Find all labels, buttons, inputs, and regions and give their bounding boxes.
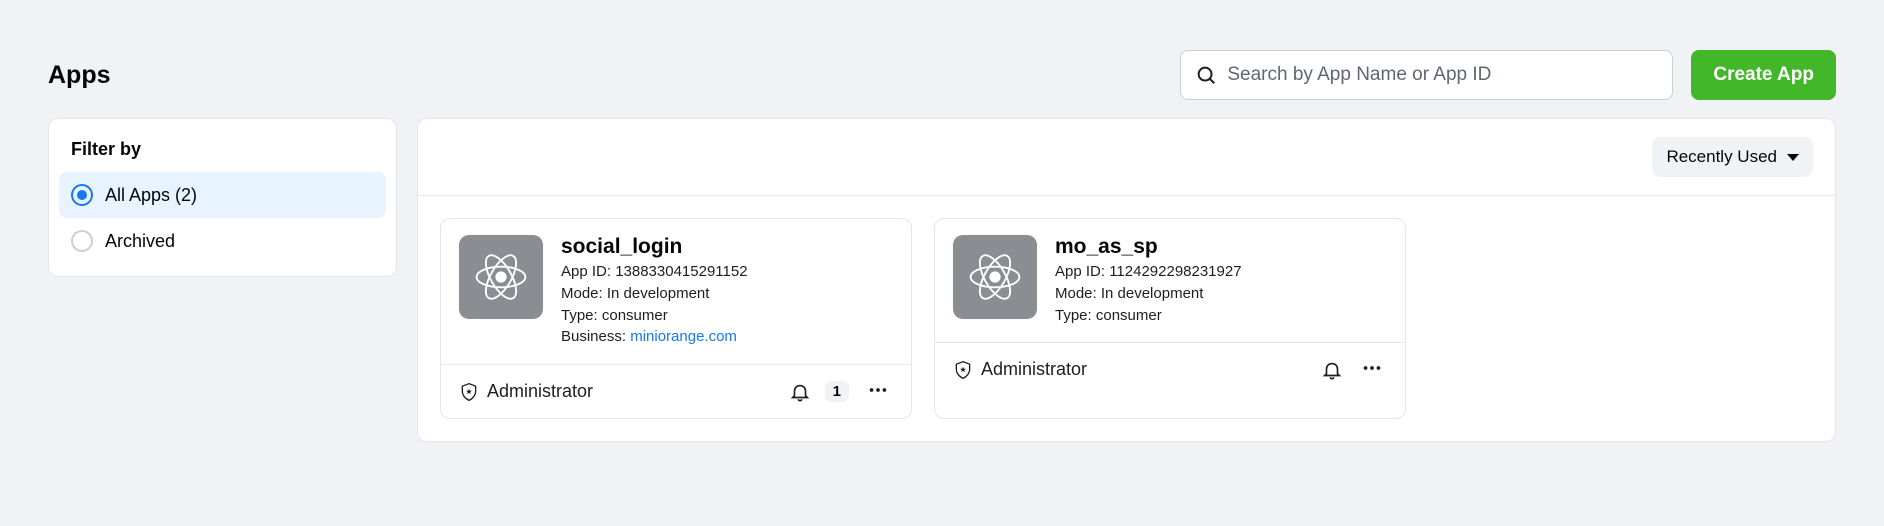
filter-title: Filter by xyxy=(59,139,386,172)
sort-dropdown[interactable]: Recently Used xyxy=(1652,137,1813,177)
dots-icon xyxy=(867,379,889,401)
caret-down-icon xyxy=(1787,154,1799,161)
apps-panel: Recently Used social xyxy=(417,118,1836,442)
app-role: Administrator xyxy=(953,359,1087,380)
bell-icon[interactable] xyxy=(1321,359,1343,381)
app-type: Type: consumer xyxy=(561,305,748,327)
more-button[interactable] xyxy=(863,375,893,408)
shield-star-icon xyxy=(459,382,479,402)
filter-item-label: Archived xyxy=(105,231,175,252)
app-id: App ID: 1388330415291152 xyxy=(561,261,748,283)
radio-icon xyxy=(71,184,93,206)
filter-item-archived[interactable]: Archived xyxy=(59,218,386,264)
shield-star-icon xyxy=(953,360,973,380)
app-business: Business: miniorange.com xyxy=(561,326,748,348)
app-mode: Mode: In development xyxy=(1055,283,1242,305)
search-input[interactable] xyxy=(1227,64,1658,86)
search-icon xyxy=(1195,64,1217,86)
filter-panel: Filter by All Apps (2) Archived xyxy=(48,118,397,277)
create-app-button[interactable]: Create App xyxy=(1691,50,1836,100)
filter-item-label: All Apps (2) xyxy=(105,185,197,206)
app-type: Type: consumer xyxy=(1055,305,1242,327)
app-card[interactable]: mo_as_sp App ID: 1124292298231927 Mode: … xyxy=(934,218,1406,419)
app-business-link[interactable]: miniorange.com xyxy=(630,328,737,345)
sort-label: Recently Used xyxy=(1666,147,1777,167)
dots-icon xyxy=(1361,357,1383,379)
notification-badge: 1 xyxy=(825,381,849,402)
filter-item-all-apps[interactable]: All Apps (2) xyxy=(59,172,386,218)
app-icon xyxy=(953,235,1037,319)
radio-icon xyxy=(71,230,93,252)
app-role: Administrator xyxy=(459,381,593,402)
app-card[interactable]: social_login App ID: 1388330415291152 Mo… xyxy=(440,218,912,419)
bell-icon[interactable] xyxy=(789,381,811,403)
page-title: Apps xyxy=(48,61,111,90)
app-name: mo_as_sp xyxy=(1055,235,1242,259)
app-id: App ID: 1124292298231927 xyxy=(1055,261,1242,283)
app-mode: Mode: In development xyxy=(561,283,748,305)
app-name: social_login xyxy=(561,235,748,259)
app-icon xyxy=(459,235,543,319)
more-button[interactable] xyxy=(1357,353,1387,386)
search-input-wrap[interactable] xyxy=(1180,50,1673,100)
